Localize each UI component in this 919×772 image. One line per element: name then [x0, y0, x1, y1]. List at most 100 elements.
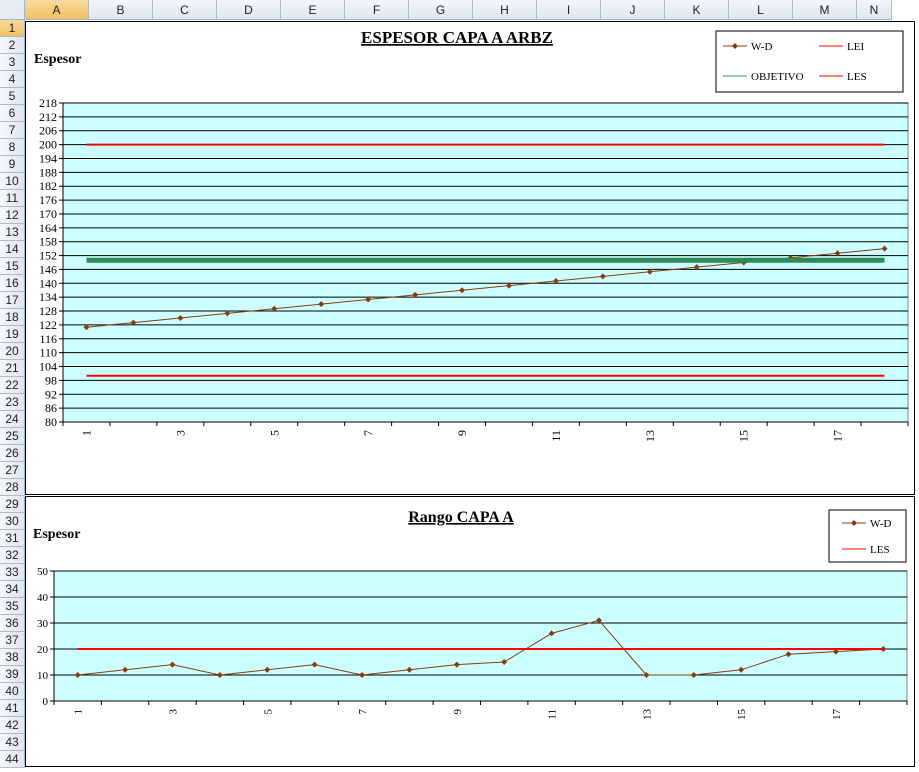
- row-header-20[interactable]: 20: [0, 343, 25, 360]
- row-header-26[interactable]: 26: [0, 445, 25, 462]
- legend: W-D LEI OBJETIVO LES: [715, 30, 904, 93]
- column-header-i[interactable]: I: [537, 0, 601, 20]
- row-header-13[interactable]: 13: [0, 224, 25, 241]
- row-header-4[interactable]: 4: [0, 71, 25, 88]
- column-header-h[interactable]: H: [473, 0, 537, 20]
- y-tick-label: 152: [39, 249, 57, 263]
- row-header-6[interactable]: 6: [0, 105, 25, 122]
- x-tick-label: 7: [361, 430, 375, 436]
- y-tick-label: 20: [37, 644, 49, 656]
- column-header-e[interactable]: E: [281, 0, 345, 20]
- row-header-23[interactable]: 23: [0, 394, 25, 411]
- y-tick-label: 182: [39, 179, 57, 193]
- column-header-b[interactable]: B: [89, 0, 153, 20]
- row-header-19[interactable]: 19: [0, 326, 25, 343]
- row-header-33[interactable]: 33: [0, 564, 25, 581]
- row-header-8[interactable]: 8: [0, 139, 25, 156]
- legend-label: LES: [870, 544, 890, 556]
- row-header-30[interactable]: 30: [0, 513, 25, 530]
- y-tick-label: 212: [39, 110, 57, 124]
- row-header-42[interactable]: 42: [0, 717, 25, 734]
- row-header-10[interactable]: 10: [0, 173, 25, 190]
- chart-title: Rango CAPA A: [408, 509, 514, 526]
- column-header-c[interactable]: C: [153, 0, 217, 20]
- row-header-16[interactable]: 16: [0, 275, 25, 292]
- row-header-43[interactable]: 43: [0, 734, 25, 751]
- y-tick-label: 104: [39, 360, 57, 374]
- x-tick-label: 5: [267, 430, 281, 436]
- column-header-f[interactable]: F: [345, 0, 409, 20]
- y-tick-label: 146: [39, 262, 57, 276]
- row-header-29[interactable]: 29: [0, 496, 25, 513]
- thickness-chart[interactable]: ESPESOR CAPA A ARBZ Espesor 218 212 206 200 19…: [25, 21, 915, 495]
- row-header-36[interactable]: 36: [0, 615, 25, 632]
- plot-area: [53, 570, 908, 702]
- row-header-37[interactable]: 37: [0, 632, 25, 649]
- x-tick-label: 1: [79, 430, 93, 436]
- row-header-34[interactable]: 34: [0, 581, 25, 598]
- y-tick-label: 80: [45, 415, 57, 429]
- legend-box: [715, 30, 904, 93]
- row-header-31[interactable]: 31: [0, 530, 25, 547]
- row-header-21[interactable]: 21: [0, 360, 25, 377]
- y-tick-label: 122: [39, 318, 57, 332]
- row-header-9[interactable]: 9: [0, 156, 25, 173]
- x-tick-label: 13: [643, 430, 657, 442]
- legend-label: W-D: [751, 41, 772, 53]
- row-header-27[interactable]: 27: [0, 462, 25, 479]
- y-tick-label: 50: [37, 566, 49, 578]
- row-header-2[interactable]: 2: [0, 37, 25, 54]
- y-tick-label: 134: [39, 290, 57, 304]
- column-header-m[interactable]: M: [793, 0, 857, 20]
- row-header-7[interactable]: 7: [0, 122, 25, 139]
- y-tick-label: 158: [39, 235, 57, 249]
- legend-box: [828, 509, 907, 563]
- row-header-11[interactable]: 11: [0, 190, 25, 207]
- x-tick-label: 15: [737, 430, 751, 442]
- y-tick-label: 188: [39, 165, 57, 179]
- y-tick-label: 200: [39, 138, 57, 152]
- column-header-k[interactable]: K: [665, 0, 729, 20]
- x-tick-label: 9: [452, 709, 464, 715]
- x-tick-label: 11: [547, 709, 559, 720]
- row-header-22[interactable]: 22: [0, 377, 25, 394]
- range-chart[interactable]: Rango CAPA A Espesor 50 40 30 20 10 0 1 3 5 7 9 11 13 1…: [25, 496, 915, 767]
- row-header-25[interactable]: 25: [0, 428, 25, 445]
- row-header-32[interactable]: 32: [0, 547, 25, 564]
- y-tick-label: 86: [45, 401, 57, 415]
- column-header-d[interactable]: D: [217, 0, 281, 20]
- row-header-24[interactable]: 24: [0, 411, 25, 428]
- row-header-44[interactable]: 44: [0, 751, 25, 768]
- column-header-a[interactable]: A: [25, 0, 89, 20]
- row-header-18[interactable]: 18: [0, 309, 25, 326]
- x-tick-label: 9: [455, 430, 469, 436]
- row-header-12[interactable]: 12: [0, 207, 25, 224]
- column-header-g[interactable]: G: [409, 0, 473, 20]
- row-header-41[interactable]: 41: [0, 700, 25, 717]
- legend-label: OBJETIVO: [751, 71, 804, 83]
- x-tick-label: 3: [173, 430, 187, 436]
- row-header-28[interactable]: 28: [0, 479, 25, 496]
- row-header-38[interactable]: 38: [0, 649, 25, 666]
- legend: W-D LES: [828, 509, 907, 563]
- row-header-1[interactable]: 1: [0, 20, 25, 37]
- spreadsheet: ABCDEFGHIJKLMN 1 2 3 4 5 6 7 8 9 10 11 12 13 14 15 16 17…: [0, 0, 919, 768]
- x-tick-label: 3: [167, 709, 179, 715]
- column-header-l[interactable]: L: [729, 0, 793, 20]
- row-header-35[interactable]: 35: [0, 598, 25, 615]
- row-header-40[interactable]: 40: [0, 683, 25, 700]
- y-tick-label: 194: [39, 151, 57, 165]
- y-tick-label: 40: [37, 592, 49, 604]
- row-header-5[interactable]: 5: [0, 88, 25, 105]
- row-header-39[interactable]: 39: [0, 666, 25, 683]
- row-header-3[interactable]: 3: [0, 54, 25, 71]
- y-tick-label: 116: [39, 332, 57, 346]
- x-tick-label: 5: [262, 709, 274, 715]
- row-header-14[interactable]: 14: [0, 241, 25, 258]
- column-header-n[interactable]: N: [857, 0, 892, 20]
- y-tick-label: 10: [37, 670, 49, 682]
- select-all-corner[interactable]: [0, 0, 25, 20]
- column-header-j[interactable]: J: [601, 0, 665, 20]
- row-header-17[interactable]: 17: [0, 292, 25, 309]
- row-header-15[interactable]: 15: [0, 258, 25, 275]
